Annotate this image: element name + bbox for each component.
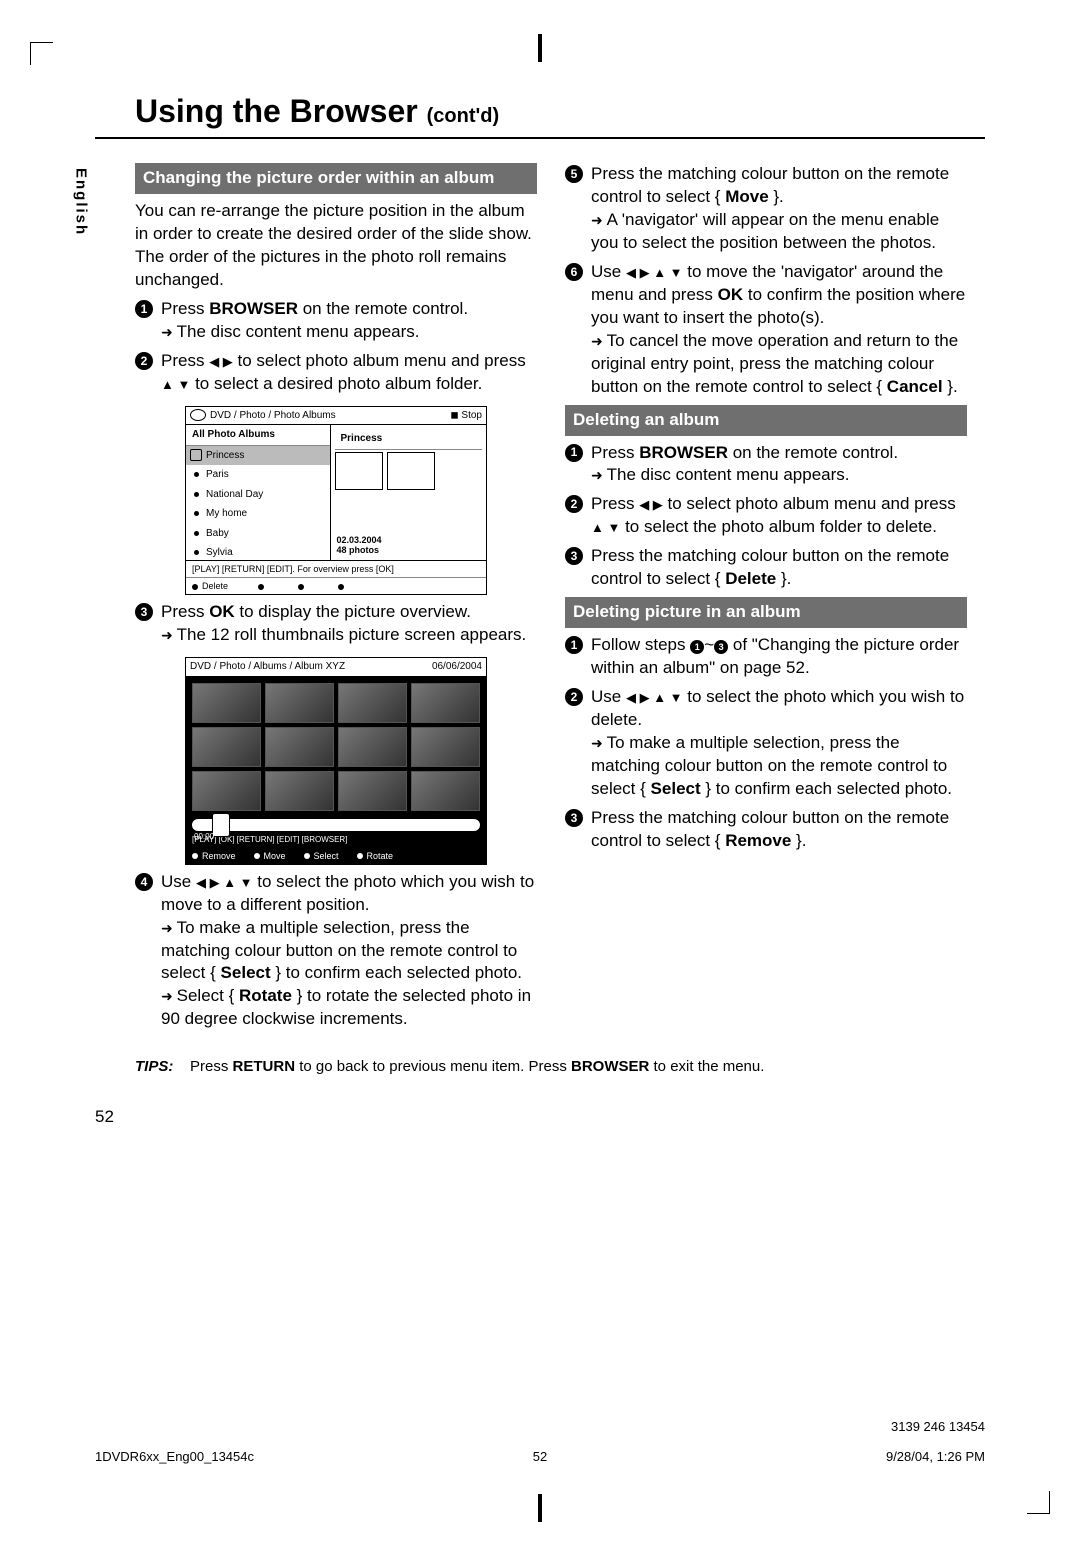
step-3-text: Press OK to display the picture overview… [161,601,526,647]
step-3-icon: 3 [565,809,583,827]
step-text: Press BROWSER on the remote control. The… [591,442,898,488]
footer-date: 9/28/04, 1:26 PM [886,1448,985,1466]
result-text: To make a multiple selection, press the … [161,917,537,986]
step-2-text: Press ◀ ▶ to select photo album menu and… [161,350,537,396]
result-text: A 'navigator' will appear on the menu en… [591,209,967,255]
page-title: Using the Browser (cont'd) [135,90,985,133]
right-column: 5 Press the matching colour button on th… [565,157,967,1037]
ref-3-icon: 3 [714,640,728,654]
result-text: The 12 roll thumbnails picture screen ap… [161,624,526,647]
footer-file: 1DVDR6xx_Eng00_13454c [95,1448,254,1466]
page-number: 52 [95,1106,985,1129]
step-3-icon: 3 [135,603,153,621]
result-text: To make a multiple selection, press the … [591,732,967,801]
result-text: The disc content menu appears. [161,321,468,344]
step-4-icon: 4 [135,873,153,891]
step-5-text: Press the matching colour button on the … [591,163,967,255]
step-text: Follow steps 1~3 of "Changing the pictur… [591,634,967,680]
section-heading: Deleting an album [565,405,967,436]
album-menu-screenshot: DVD / Photo / Photo Albums◼ Stop All Pho… [185,406,487,596]
step-text: Press ◀ ▶ to select photo album menu and… [591,493,967,539]
step-2-icon: 2 [565,495,583,513]
left-column: Changing the picture order within an alb… [135,157,537,1037]
footer: 1DVDR6xx_Eng00_13454c 52 9/28/04, 1:26 P… [95,1448,985,1466]
step-3-icon: 3 [565,547,583,565]
step-4-text: Use ◀ ▶ ▲ ▼ to select the photo which yo… [161,871,537,1032]
step-text: Press the matching colour button on the … [591,545,967,591]
step-1-icon: 1 [565,444,583,462]
step-6-icon: 6 [565,263,583,281]
step-text: Press the matching colour button on the … [591,807,967,853]
intro-text: You can re-arrange the picture position … [135,200,537,292]
language-tab: English [70,168,90,236]
thumbnail-screenshot: DVD / Photo / Albums / Album XYZ06/06/20… [185,657,487,864]
step-5-icon: 5 [565,165,583,183]
step-1-text: Press BROWSER on the remote control. The… [161,298,468,344]
ref-1-icon: 1 [690,640,704,654]
result-text: Select { Rotate } to rotate the selected… [161,985,537,1031]
step-1-icon: 1 [565,636,583,654]
result-text: The disc content menu appears. [591,464,898,487]
tips-line: TIPS: Press RETURN to go back to previou… [135,1057,985,1077]
step-text: Use ◀ ▶ ▲ ▼ to select the photo which yo… [591,686,967,801]
section-heading: Deleting picture in an album [565,597,967,628]
step-2-icon: 2 [135,352,153,370]
step-2-icon: 2 [565,688,583,706]
part-number: 3139 246 13454 [891,1418,985,1436]
title-rule [95,137,985,139]
section-heading: Changing the picture order within an alb… [135,163,537,194]
result-text: To cancel the move operation and return … [591,330,967,399]
step-6-text: Use ◀ ▶ ▲ ▼ to move the 'navigator' arou… [591,261,967,399]
footer-page: 52 [533,1448,547,1466]
step-1-icon: 1 [135,300,153,318]
